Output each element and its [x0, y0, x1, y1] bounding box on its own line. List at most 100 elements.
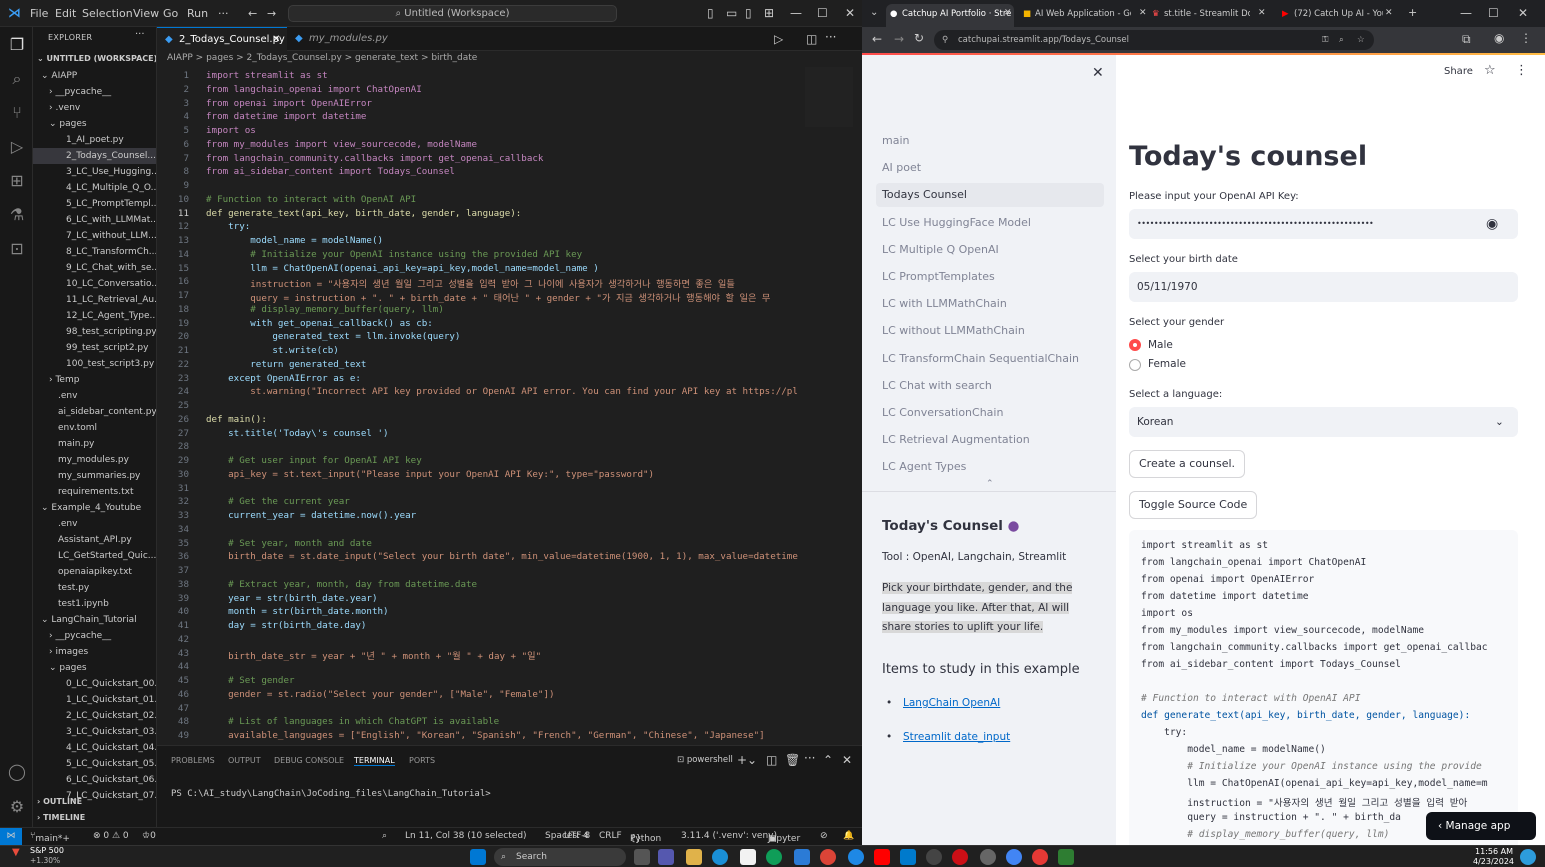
collapse-nav-icon[interactable]: ⌃: [986, 479, 994, 489]
testing-icon[interactable]: ⚗: [7, 205, 27, 225]
code-line[interactable]: st.write(cb): [206, 345, 338, 356]
file-item[interactable]: 1_AI_poet.py: [33, 132, 156, 148]
explorer-files-icon[interactable]: ❐: [7, 35, 27, 55]
sidebar-nav-item[interactable]: LC Multiple Q OpenAI: [876, 238, 1104, 262]
chrome-icon[interactable]: [1006, 849, 1022, 865]
problems-indicator[interactable]: ⊗ 0 ⚠ 0: [93, 831, 129, 841]
create-counsel-button[interactable]: Create a counsel.: [1129, 450, 1246, 478]
source-control-icon[interactable]: ⑂: [7, 103, 27, 123]
toggle-secondary-icon[interactable]: ▯: [745, 6, 752, 20]
end-of-line[interactable]: CRLF: [599, 831, 622, 841]
sidebar-nav-item[interactable]: LC Agent Types: [876, 455, 1104, 479]
more-actions-icon[interactable]: ···: [135, 29, 145, 40]
tab-problems[interactable]: PROBLEMS: [171, 756, 215, 765]
close-panel-icon[interactable]: ✕: [842, 753, 852, 767]
file-item[interactable]: test.py: [33, 580, 156, 596]
folder-item[interactable]: ⌄ LangChain_Tutorial: [33, 612, 156, 628]
extensions-icon[interactable]: ⊞: [7, 171, 27, 191]
code-line[interactable]: st.title('Today\'s counsel '): [206, 428, 388, 439]
file-item[interactable]: .env: [33, 388, 156, 404]
close-tab-icon[interactable]: ✕: [272, 28, 280, 52]
file-item[interactable]: 12_LC_Agent_Type...: [33, 308, 156, 324]
sidebar-nav-item[interactable]: LC TransformChain SequentialChain: [876, 347, 1104, 371]
api-key-input[interactable]: ••••••••••••••••••••••••••••••••••••••••…: [1129, 209, 1518, 239]
code-line[interactable]: model_name = modelName(): [206, 235, 383, 246]
minimap[interactable]: [805, 67, 853, 127]
code-line[interactable]: from my_modules import view_sourcecode, …: [206, 139, 477, 150]
code-line[interactable]: from ai_sidebar_content import Todays_Co…: [206, 166, 455, 177]
code-line[interactable]: import streamlit as st: [206, 70, 328, 81]
code-line[interactable]: # List of languages in which ChatGPT is …: [206, 716, 499, 727]
close-tab-icon[interactable]: ✕: [1004, 8, 1012, 18]
sidebar-nav-item[interactable]: LC ConversationChain: [876, 401, 1104, 425]
close-tab-icon[interactable]: ✕: [1258, 8, 1266, 18]
trash-icon[interactable]: 🗑: [785, 753, 800, 767]
code-line[interactable]: def generate_text(api_key, birth_date, g…: [206, 208, 521, 219]
folder-item[interactable]: › __pycache__: [33, 84, 156, 100]
minimize-icon[interactable]: —: [1460, 6, 1472, 20]
tab-search-icon[interactable]: ⌄: [870, 7, 878, 18]
file-item[interactable]: 8_LC_TransformCh...: [33, 244, 156, 260]
language-select[interactable]: Korean ⌄: [1129, 407, 1518, 437]
tab-ports[interactable]: PORTS: [409, 756, 435, 765]
sidebar-nav-item[interactable]: LC Chat with search: [876, 374, 1104, 398]
python-interpreter[interactable]: 3.11.4 ('.venv': venv): [681, 831, 777, 841]
tab-terminal[interactable]: TERMINAL: [354, 756, 395, 766]
birth-date-input[interactable]: 05/11/1970: [1129, 272, 1518, 302]
encoding[interactable]: UTF-8: [564, 831, 590, 841]
command-center[interactable]: ⌕ Untitled (Workspace): [288, 5, 617, 22]
file-explorer-icon[interactable]: [686, 849, 702, 865]
code-line[interactable]: # Set year, month and date: [206, 538, 372, 549]
code-line[interactable]: birth_date = st.date_input("Select your …: [206, 551, 798, 562]
file-item[interactable]: Assistant_API.py: [33, 532, 156, 548]
chrome-icon[interactable]: [766, 849, 782, 865]
code-line[interactable]: birth_date_str = year + "년 " + month + "…: [206, 648, 541, 662]
url-bar[interactable]: ⚲ catchupai.streamlit.app/Todays_Counsel…: [934, 30, 1374, 50]
tab-my-modules[interactable]: ◆ my_modules.py: [287, 27, 397, 51]
layout-icon[interactable]: ⊞: [764, 6, 774, 20]
eye-icon[interactable]: ◉: [1486, 209, 1498, 239]
file-item[interactable]: 98_test_scripting.py: [33, 324, 156, 340]
maximize-icon[interactable]: ☐: [817, 6, 828, 20]
taskbar-search[interactable]: ⌕ Search: [494, 848, 626, 866]
accounts-icon[interactable]: ◯: [7, 762, 27, 782]
app-icon[interactable]: [980, 849, 996, 865]
close-icon[interactable]: ✕: [1518, 6, 1528, 20]
toggle-sidebar-icon[interactable]: ▯: [707, 6, 714, 20]
task-view-icon[interactable]: [634, 849, 650, 865]
browser-tab-youtube[interactable]: ▶ (72) Catch Up AI - YouTub: [1278, 4, 1383, 27]
vscode-taskbar-icon[interactable]: [900, 849, 916, 865]
code-line[interactable]: query = instruction + ". " + birth_date …: [206, 290, 770, 304]
browser-menu-icon[interactable]: ⋮: [1520, 31, 1532, 45]
workspace-root[interactable]: ⌄ UNTITLED (WORKSPACE): [37, 51, 156, 67]
close-icon[interactable]: ✕: [845, 6, 855, 20]
code-line[interactable]: from langchain_community.callbacks impor…: [206, 153, 543, 164]
ports-indicator[interactable]: ♔0: [142, 831, 156, 841]
folder-item[interactable]: ⌄ pages: [33, 116, 156, 132]
close-tab-icon[interactable]: ✕: [1385, 8, 1393, 18]
more-actions-icon[interactable]: ···: [804, 751, 815, 765]
file-item[interactable]: 7_LC_without_LLM...: [33, 228, 156, 244]
menu-more[interactable]: ···: [218, 7, 229, 20]
file-item[interactable]: 100_test_script3.py: [33, 356, 156, 372]
code-line[interactable]: # Get the current year: [206, 496, 350, 507]
minimize-icon[interactable]: —: [790, 6, 802, 20]
code-line[interactable]: with get_openai_callback() as cb:: [206, 318, 433, 329]
split-terminal-icon[interactable]: ◫: [766, 753, 777, 767]
folder-item[interactable]: › __pycache__: [33, 628, 156, 644]
breadcrumb[interactable]: AIAPP > pages > 2_Todays_Counsel.py > ge…: [167, 53, 477, 63]
code-line[interactable]: # Function to interact with OpenAI API: [206, 194, 416, 205]
file-item[interactable]: 10_LC_Conversatio...: [33, 276, 156, 292]
code-line[interactable]: # Initialize your OpenAI instance using …: [206, 249, 582, 260]
code-line[interactable]: st.warning("Incorrect API key provided o…: [206, 386, 798, 397]
chrome-icon[interactable]: [1032, 849, 1048, 865]
gear-icon[interactable]: ⚙: [7, 797, 27, 817]
windows-start-icon[interactable]: [470, 849, 486, 865]
new-terminal-icon[interactable]: +⌄: [737, 753, 757, 767]
file-item[interactable]: 6_LC_Quickstart_06...: [33, 772, 156, 788]
edge-icon[interactable]: [712, 849, 728, 865]
file-item[interactable]: 3_LC_Use_Hugging...: [33, 164, 156, 180]
file-item[interactable]: test1.ipynb: [33, 596, 156, 612]
youtube-icon[interactable]: [874, 849, 890, 865]
back-arrow-icon[interactable]: ←: [872, 32, 882, 46]
